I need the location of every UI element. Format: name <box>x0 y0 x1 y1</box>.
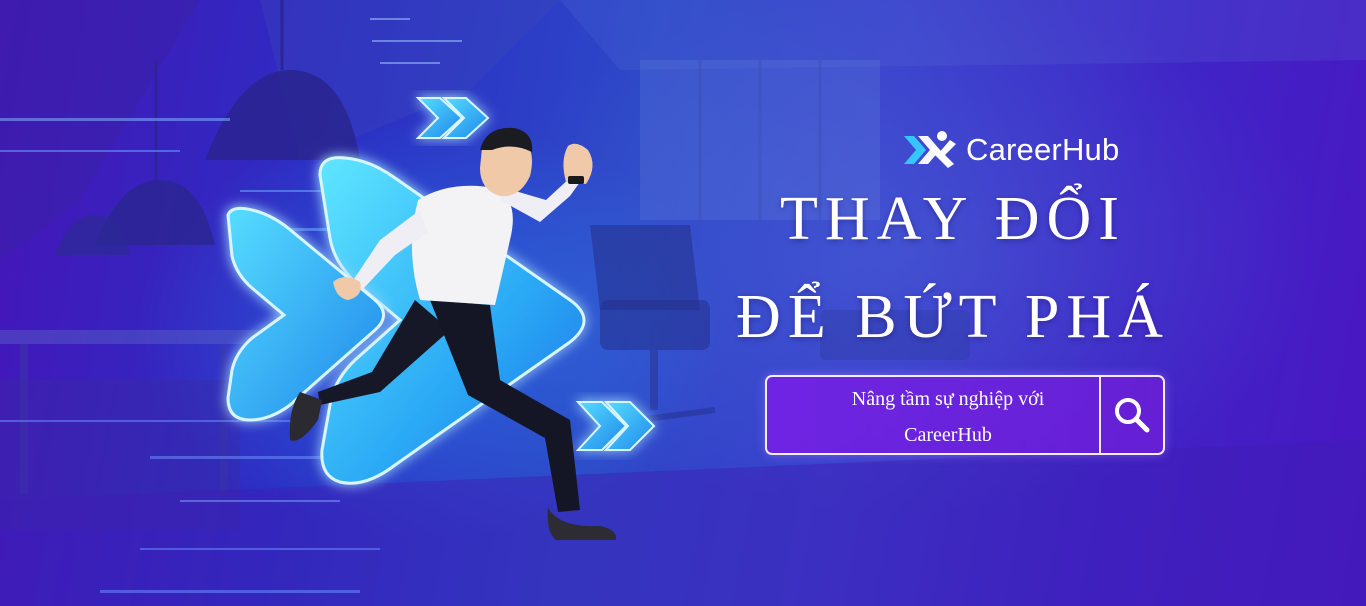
double-chevron-bottom-icon <box>575 401 656 451</box>
search-text-line-1: Nâng tầm sự nghiệp với <box>851 388 1045 410</box>
headline-line-1: THAY ĐỔI <box>780 185 1126 253</box>
headline-line-2: ĐỂ BỨT PHÁ <box>736 283 1170 351</box>
brand-name: CareerHub <box>966 132 1120 167</box>
search-box[interactable]: Nâng tầm sự nghiệp với CareerHub <box>765 375 1165 455</box>
search-input[interactable]: Nâng tầm sự nghiệp với CareerHub <box>767 377 1099 453</box>
search-button[interactable] <box>1101 377 1163 453</box>
careerhub-logo[interactable]: CareerHub <box>902 128 1119 172</box>
search-icon <box>1115 398 1150 433</box>
double-chevron-top-icon <box>415 97 490 139</box>
careerhub-logo-icon <box>904 131 956 168</box>
search-text-line-2: CareerHub <box>904 424 992 446</box>
hero-banner: CareerHub THAY ĐỔI ĐỂ BỨT PHÁ Nâng tầm s… <box>0 0 1366 606</box>
